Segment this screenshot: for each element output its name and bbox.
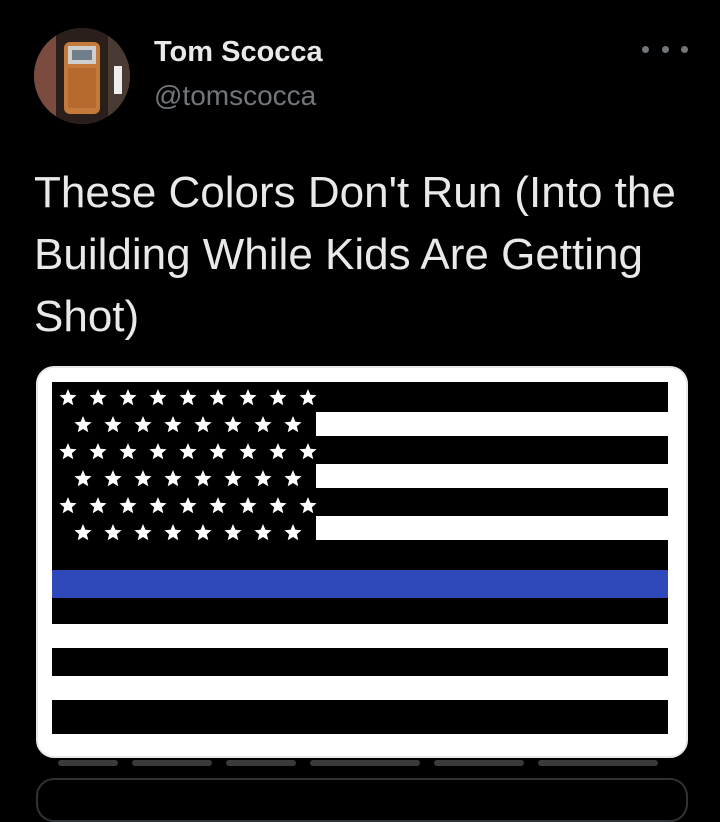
author-handle[interactable]: @tomscocca <box>154 80 316 112</box>
avatar-photo-icon <box>34 28 130 124</box>
author-display-name[interactable]: Tom Scocca <box>154 36 323 69</box>
avatar[interactable] <box>34 28 130 124</box>
thin-blue-line <box>52 570 668 598</box>
thin-blue-line-flag-image <box>38 368 682 752</box>
more-options-icon[interactable] <box>642 36 688 62</box>
more-dot <box>681 45 688 53</box>
flag <box>52 382 668 734</box>
media-caption-strip <box>36 756 684 770</box>
more-dot <box>642 45 649 53</box>
tweet-media-card[interactable] <box>36 366 688 758</box>
more-dot <box>661 45 669 53</box>
tweet-text: These Colors Don't Run (Into the Buildin… <box>34 168 676 341</box>
next-card[interactable] <box>36 778 688 822</box>
